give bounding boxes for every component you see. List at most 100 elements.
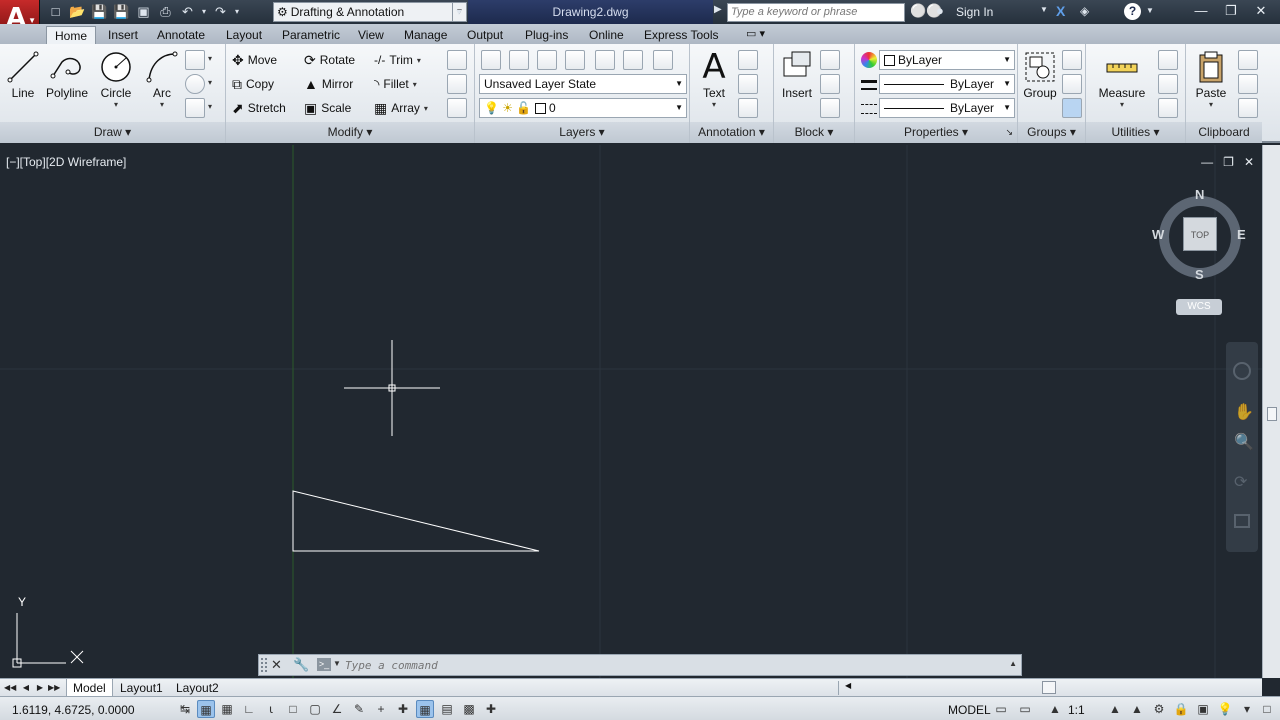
exchange-icon[interactable]: X (1056, 3, 1065, 19)
scale-button[interactable]: ▣ Scale (304, 98, 351, 118)
minimize-icon[interactable]: — (1201, 155, 1213, 169)
ungroup-icon[interactable] (1062, 50, 1082, 70)
tab-output[interactable]: Output (459, 26, 511, 44)
infer-constraints-icon[interactable]: ↹ (176, 700, 194, 718)
compass-west[interactable]: W (1152, 227, 1164, 242)
properties-panel-title[interactable]: Properties ▾ ↘ (855, 122, 1017, 143)
layer-state-dropdown[interactable]: Unsaved Layer State ▼ (479, 74, 687, 94)
next-layout-icon[interactable]: ▶ (34, 681, 46, 694)
scrollbar-thumb[interactable] (1267, 407, 1277, 421)
layer-freeze-icon[interactable] (565, 50, 585, 70)
open-icon[interactable]: 📂 (68, 2, 87, 21)
chevron-down-icon[interactable]: ▾ (208, 54, 212, 63)
compass-east[interactable]: E (1237, 227, 1246, 242)
groups-panel-title[interactable]: Groups ▾ (1018, 122, 1085, 143)
chevron-down-icon[interactable]: ▾ (144, 100, 180, 109)
calculator-icon[interactable] (1158, 74, 1178, 94)
qat-customize-icon[interactable]: ▼ (452, 2, 466, 22)
close-icon[interactable]: ✕ (1246, 0, 1276, 22)
ribbon-minimize-icon[interactable]: ▭ ▾ (746, 27, 765, 40)
viewport-controls-label[interactable]: [−][Top][2D Wireframe] (6, 155, 126, 169)
compass-north[interactable]: N (1195, 187, 1204, 202)
auto-scale-icon[interactable]: ▲ (1128, 700, 1146, 718)
layers-panel-title[interactable]: Layers ▾ (475, 122, 689, 143)
circle-button[interactable]: Circle ▾ (98, 50, 134, 109)
measure-button[interactable]: Measure ▾ (1094, 50, 1150, 109)
arc-button[interactable]: Arc ▾ (144, 50, 180, 109)
line-button[interactable]: Line (6, 50, 40, 100)
recent-commands-icon[interactable]: >_ (317, 658, 331, 671)
sign-in-button[interactable]: Sign In (956, 5, 993, 19)
close-icon[interactable]: ✕ (271, 657, 282, 673)
table-icon[interactable] (738, 98, 758, 118)
print-icon[interactable]: ⎙ (156, 2, 175, 21)
publish-icon[interactable]: ▣ (134, 2, 153, 21)
triangle-shape[interactable] (292, 490, 540, 552)
paste-button[interactable]: Paste ▾ (1192, 50, 1230, 109)
rotate-button[interactable]: ⟳ Rotate (304, 50, 355, 70)
help-icon[interactable]: ? (1124, 3, 1141, 20)
annotation-monitor-icon[interactable]: ✚ (482, 700, 500, 718)
lock-ui-icon[interactable]: 🔒 (1172, 700, 1190, 718)
redo-dropdown-icon[interactable]: ▾ (233, 2, 241, 21)
isolate-objects-icon[interactable]: 💡 (1216, 700, 1234, 718)
steering-wheel-icon[interactable] (1233, 362, 1251, 380)
tab-model[interactable]: Model (66, 679, 113, 697)
color-dropdown[interactable]: ByLayer ▼ (879, 50, 1015, 70)
quick-properties-icon[interactable]: ▤ (438, 700, 456, 718)
text-button[interactable]: A Text ▾ (696, 50, 732, 109)
workspace-switching-icon[interactable]: ⚙ (1150, 700, 1168, 718)
minimize-icon[interactable]: — (1186, 0, 1216, 22)
copy-button[interactable]: ⧉ Copy (232, 74, 274, 94)
tab-view[interactable]: View (350, 26, 392, 44)
tab-manage[interactable]: Manage (396, 26, 455, 44)
close-icon[interactable]: ✕ (1244, 155, 1254, 169)
utilities-panel-title[interactable]: Utilities ▾ (1086, 122, 1185, 143)
group-edit-icon[interactable] (1062, 74, 1082, 94)
undo-dropdown-icon[interactable]: ▾ (200, 2, 208, 21)
model-space-toggle[interactable]: MODEL (948, 703, 991, 717)
linetype-dropdown[interactable]: ByLayer ▼ (879, 98, 1015, 118)
status-bar-menu-icon[interactable]: ▾ (1238, 700, 1256, 718)
move-button[interactable]: ✥ Move (232, 50, 277, 70)
rectangle-icon[interactable] (185, 50, 205, 70)
ducs-icon[interactable]: ✎ (350, 700, 368, 718)
tab-online[interactable]: Online (581, 26, 632, 44)
stretch-button[interactable]: ⬈ Stretch (232, 98, 286, 118)
chevron-down-icon[interactable]: ▾ (413, 80, 417, 89)
annotation-scale-value[interactable]: 1:1 (1068, 703, 1085, 717)
showmotion-icon[interactable] (1234, 514, 1250, 528)
workspace-selector[interactable]: ⚙ Drafting & Annotation ▼ (273, 2, 467, 22)
drawing-canvas[interactable] (0, 145, 1262, 678)
transparency-icon[interactable]: ▦ (416, 700, 434, 718)
layer-isolate-icon[interactable] (537, 50, 557, 70)
layer-properties-icon[interactable] (481, 50, 501, 70)
block-panel-title[interactable]: Block ▾ (774, 122, 854, 143)
ellipse-icon[interactable] (185, 74, 205, 94)
ortho-mode-icon[interactable]: ∟ (240, 700, 258, 718)
clean-screen-icon[interactable]: □ (1258, 700, 1276, 718)
chevron-down-icon[interactable]: ▾ (696, 100, 732, 109)
hatch-icon[interactable] (185, 98, 205, 118)
copy-base-icon[interactable] (1238, 98, 1258, 118)
chevron-down-icon[interactable]: ▼ (1040, 5, 1048, 14)
3d-osnap-icon[interactable]: ▢ (306, 700, 324, 718)
layer-match-icon[interactable] (595, 50, 615, 70)
prev-layout-icon[interactable]: ◀ (20, 681, 32, 694)
compass-south[interactable]: S (1195, 267, 1204, 282)
zoom-extents-icon[interactable]: 🔍 (1234, 432, 1254, 452)
user-icon[interactable]: ● (936, 3, 944, 18)
search-input[interactable]: Type a keyword or phrase (727, 3, 905, 22)
viewcube[interactable]: TOP N S W E (1152, 187, 1246, 282)
explode-icon[interactable] (447, 74, 467, 94)
drawing-area[interactable]: Y [−][Top][2D Wireframe] — ❐ ✕ (0, 145, 1262, 678)
tab-layout2[interactable]: Layout2 (170, 679, 225, 697)
snap-mode-icon[interactable]: ▦ (197, 700, 215, 718)
selection-cycling-icon[interactable]: ▩ (460, 700, 478, 718)
dynamic-input-icon[interactable]: + (372, 700, 390, 718)
annotation-scale-icon[interactable]: ▲ (1046, 700, 1064, 718)
fillet-button[interactable]: ◝ Fillet ▾ (374, 74, 417, 94)
offset-icon[interactable] (447, 98, 467, 118)
wrench-icon[interactable]: 🔧 (293, 657, 309, 673)
tab-insert[interactable]: Insert (100, 26, 146, 44)
